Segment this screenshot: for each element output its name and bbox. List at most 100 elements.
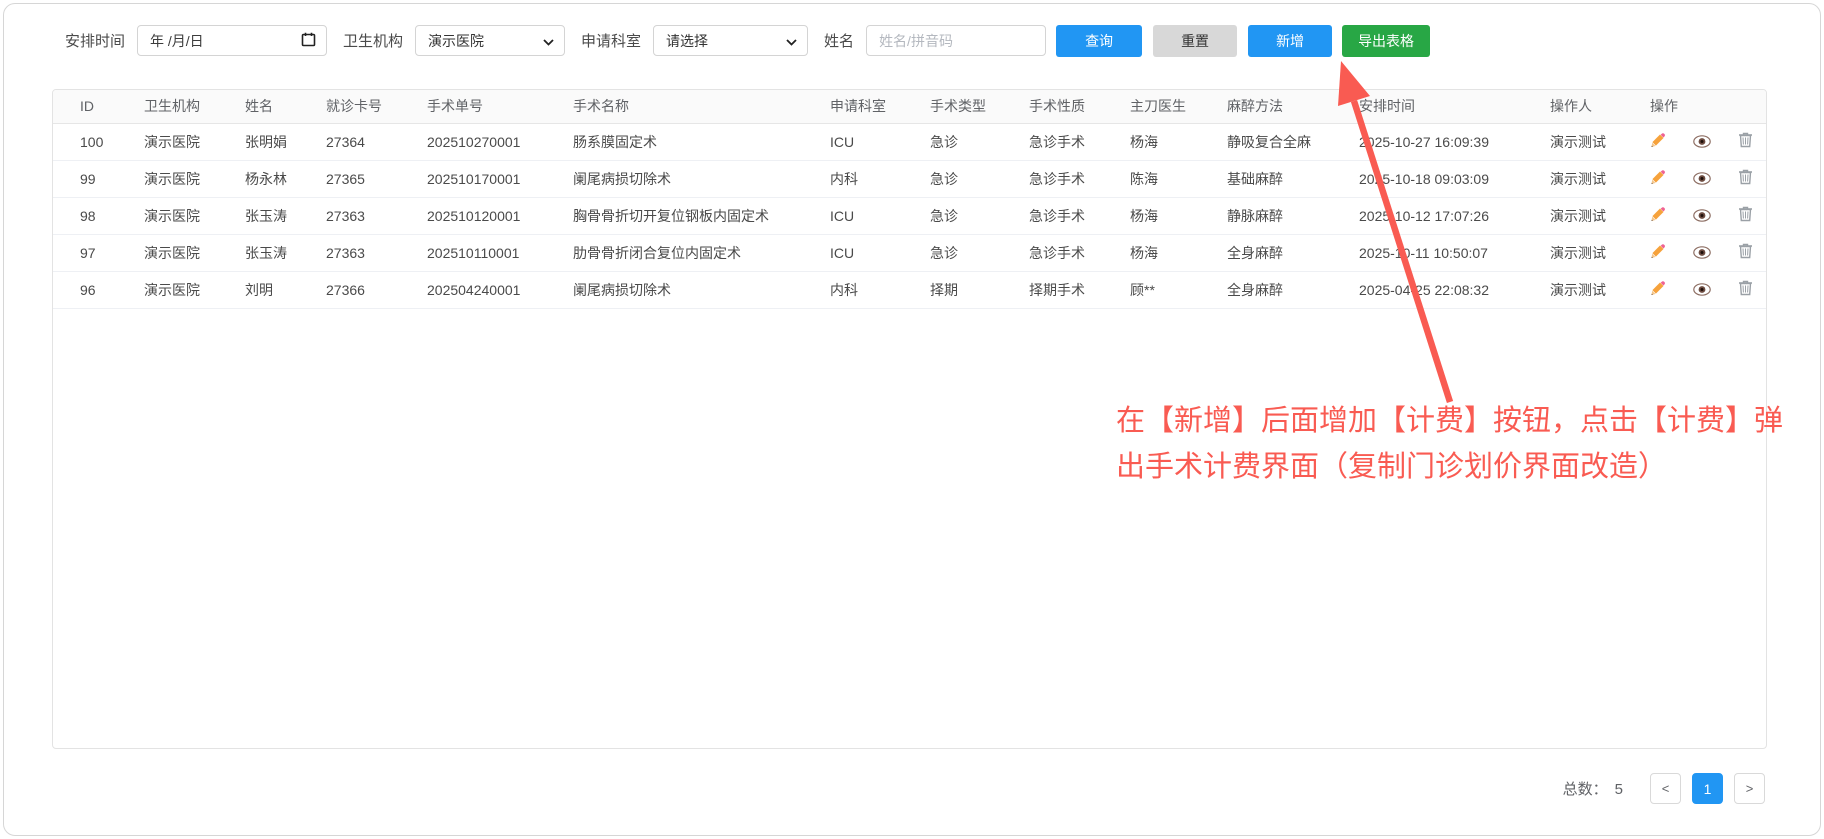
- cell-actions: [1650, 234, 1767, 271]
- cell-anesthesia: 全身麻醉: [1227, 271, 1359, 308]
- cell-surgery-type: 择期: [930, 271, 1029, 308]
- cell-surgeon: 陈海: [1130, 160, 1227, 197]
- column-header: 手术类型: [930, 90, 1029, 123]
- cell-surgery-nature: 急诊手术: [1029, 123, 1130, 160]
- cell-dept: 内科: [830, 160, 930, 197]
- delete-icon[interactable]: [1738, 169, 1753, 185]
- cell-id: 96: [53, 271, 144, 308]
- total-count: 总数：5: [1563, 778, 1623, 799]
- cell-patient-name: 张玉涛: [245, 234, 326, 271]
- calendar-icon[interactable]: [301, 32, 316, 50]
- table-row: 97 演示医院 张玉涛 27363 202510110001 肋骨骨折闭合复位内…: [53, 234, 1767, 271]
- cell-surgery-name: 肋骨骨折闭合复位内固定术: [573, 234, 830, 271]
- cell-patient-name: 刘明: [245, 271, 326, 308]
- view-icon[interactable]: [1693, 172, 1711, 185]
- pagination: 总数：5 < 1 >: [1563, 773, 1765, 804]
- cell-card-no: 27363: [326, 197, 427, 234]
- query-button[interactable]: 查询: [1056, 25, 1142, 57]
- delete-icon[interactable]: [1738, 243, 1753, 259]
- org-select[interactable]: 演示医院: [415, 25, 565, 56]
- name-input[interactable]: [866, 25, 1046, 56]
- cell-anesthesia: 基础麻醉: [1227, 160, 1359, 197]
- view-icon[interactable]: [1693, 135, 1711, 148]
- org-label: 卫生机构: [343, 30, 403, 51]
- cell-order-no: 202510170001: [427, 160, 573, 197]
- cell-operator: 演示测试: [1550, 271, 1650, 308]
- view-icon[interactable]: [1693, 283, 1711, 296]
- dept-select[interactable]: 请选择: [653, 25, 808, 56]
- cell-schedule-time: 2025-04-25 22:08:32: [1359, 271, 1550, 308]
- column-header: 操作: [1650, 90, 1767, 123]
- column-header: 操作人: [1550, 90, 1650, 123]
- schedule-time-label: 安排时间: [65, 30, 125, 51]
- dept-select-value: 请选择: [666, 31, 708, 51]
- table-header-row: ID卫生机构姓名就诊卡号手术单号手术名称申请科室手术类型手术性质主刀医生麻醉方法…: [53, 90, 1767, 123]
- cell-surgery-name: 肠系膜固定术: [573, 123, 830, 160]
- cell-surgery-type: 急诊: [930, 160, 1029, 197]
- export-button[interactable]: 导出表格: [1342, 25, 1430, 57]
- cell-schedule-time: 2025-10-18 09:03:09: [1359, 160, 1550, 197]
- edit-icon[interactable]: [1650, 169, 1666, 185]
- prev-page-button[interactable]: <: [1650, 773, 1681, 804]
- name-label: 姓名: [824, 30, 854, 51]
- cell-surgery-name: 阑尾病损切除术: [573, 160, 830, 197]
- chevron-down-icon: [543, 33, 554, 49]
- column-header: 手术单号: [427, 90, 573, 123]
- cell-org: 演示医院: [144, 271, 245, 308]
- cell-surgery-nature: 择期手术: [1029, 271, 1130, 308]
- cell-card-no: 27363: [326, 234, 427, 271]
- cell-org: 演示医院: [144, 234, 245, 271]
- cell-surgery-type: 急诊: [930, 123, 1029, 160]
- page-1-button[interactable]: 1: [1692, 773, 1723, 804]
- cell-surgery-type: 急诊: [930, 234, 1029, 271]
- edit-icon[interactable]: [1650, 243, 1666, 259]
- cell-order-no: 202510110001: [427, 234, 573, 271]
- cell-id: 98: [53, 197, 144, 234]
- cell-card-no: 27365: [326, 160, 427, 197]
- column-header: 安排时间: [1359, 90, 1550, 123]
- cell-actions: [1650, 123, 1767, 160]
- cell-surgery-name: 胸骨骨折切开复位钢板内固定术: [573, 197, 830, 234]
- next-page-button[interactable]: >: [1734, 773, 1765, 804]
- filter-bar: 安排时间 年 /月/日 卫生机构 演示医院 申请科室 请选择 姓名 查询 重置 …: [65, 24, 1430, 57]
- column-header: ID: [53, 90, 144, 123]
- cell-order-no: 202504240001: [427, 271, 573, 308]
- edit-icon[interactable]: [1650, 280, 1666, 296]
- edit-icon[interactable]: [1650, 206, 1666, 222]
- cell-surgeon: 杨海: [1130, 123, 1227, 160]
- column-header: 申请科室: [830, 90, 930, 123]
- table-row: 100 演示医院 张明娟 27364 202510270001 肠系膜固定术 I…: [53, 123, 1767, 160]
- delete-icon[interactable]: [1738, 206, 1753, 222]
- cell-surgeon: 杨海: [1130, 234, 1227, 271]
- table-row: 98 演示医院 张玉涛 27363 202510120001 胸骨骨折切开复位钢…: [53, 197, 1767, 234]
- cell-id: 97: [53, 234, 144, 271]
- cell-surgery-nature: 急诊手术: [1029, 234, 1130, 271]
- edit-icon[interactable]: [1650, 132, 1666, 148]
- cell-card-no: 27366: [326, 271, 427, 308]
- column-header: 主刀医生: [1130, 90, 1227, 123]
- cell-anesthesia: 静脉麻醉: [1227, 197, 1359, 234]
- reset-button[interactable]: 重置: [1153, 25, 1237, 57]
- column-header: 就诊卡号: [326, 90, 427, 123]
- cell-card-no: 27364: [326, 123, 427, 160]
- add-button[interactable]: 新增: [1248, 25, 1332, 57]
- cell-order-no: 202510270001: [427, 123, 573, 160]
- cell-actions: [1650, 160, 1767, 197]
- date-value: 年 /月/日: [150, 31, 204, 51]
- view-icon[interactable]: [1693, 246, 1711, 259]
- cell-surgery-nature: 急诊手术: [1029, 197, 1130, 234]
- view-icon[interactable]: [1693, 209, 1711, 222]
- schedule-date-input[interactable]: 年 /月/日: [137, 25, 327, 56]
- delete-icon[interactable]: [1738, 132, 1753, 148]
- cell-id: 100: [53, 123, 144, 160]
- cell-patient-name: 杨永林: [245, 160, 326, 197]
- delete-icon[interactable]: [1738, 280, 1753, 296]
- surgery-table: ID卫生机构姓名就诊卡号手术单号手术名称申请科室手术类型手术性质主刀医生麻醉方法…: [53, 90, 1767, 309]
- cell-surgery-nature: 急诊手术: [1029, 160, 1130, 197]
- cell-surgeon: 顾**: [1130, 271, 1227, 308]
- cell-surgery-name: 阑尾病损切除术: [573, 271, 830, 308]
- cell-schedule-time: 2025-10-11 10:50:07: [1359, 234, 1550, 271]
- cell-dept: ICU: [830, 234, 930, 271]
- cell-schedule-time: 2025-10-27 16:09:39: [1359, 123, 1550, 160]
- column-header: 手术性质: [1029, 90, 1130, 123]
